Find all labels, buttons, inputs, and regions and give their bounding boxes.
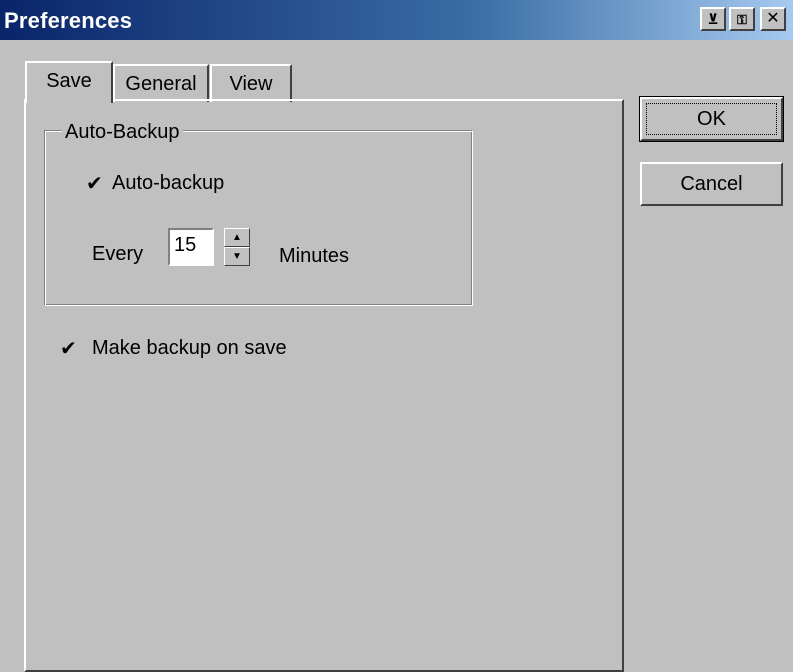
- pin-button[interactable]: ⊻: [700, 7, 726, 31]
- close-icon: ✕: [766, 10, 780, 27]
- every-label: Every: [92, 243, 144, 265]
- focus-rect: [646, 103, 777, 135]
- interval-input[interactable]: 15: [168, 228, 214, 266]
- tab-view[interactable]: View: [210, 64, 292, 102]
- key-icon: ⚿: [737, 11, 747, 27]
- arrow-down-icon: ▼: [232, 251, 242, 262]
- key-button[interactable]: ⚿: [729, 7, 755, 31]
- close-button[interactable]: ✕: [760, 7, 786, 31]
- arrow-up-icon: ▲: [232, 232, 242, 243]
- tab-save[interactable]: Save: [25, 61, 113, 103]
- make-backup-label: Make backup on save: [92, 337, 287, 359]
- auto-backup-checkbox[interactable]: ✔ Auto-backup: [86, 171, 224, 196]
- spin-down-button[interactable]: ▼: [224, 247, 250, 266]
- tab-general-label: General: [125, 73, 197, 95]
- active-tab-joint: [27, 99, 111, 102]
- tab-save-label: Save: [46, 70, 92, 92]
- tab-view-label: View: [229, 73, 273, 95]
- window-title: Preferences: [4, 8, 133, 33]
- cancel-label: Cancel: [680, 172, 743, 195]
- cancel-button[interactable]: Cancel: [640, 162, 783, 206]
- ok-button[interactable]: OK: [639, 96, 784, 142]
- tab-general[interactable]: General: [113, 64, 209, 102]
- auto-backup-label: Auto-backup: [112, 172, 225, 194]
- title-bar: Preferences ⊻ ⚿ ✕: [0, 0, 793, 40]
- minutes-label: Minutes: [279, 245, 350, 267]
- spin-up-button[interactable]: ▲: [224, 228, 250, 247]
- checkmark-icon: ✔: [60, 338, 77, 360]
- pin-icon: ⊻: [707, 11, 719, 27]
- auto-backup-group-title: Auto-Backup: [62, 121, 183, 144]
- make-backup-checkbox[interactable]: ✔ Make backup on save: [60, 336, 287, 361]
- auto-backup-groupbox: [44, 130, 473, 306]
- checkmark-icon: ✔: [86, 173, 103, 195]
